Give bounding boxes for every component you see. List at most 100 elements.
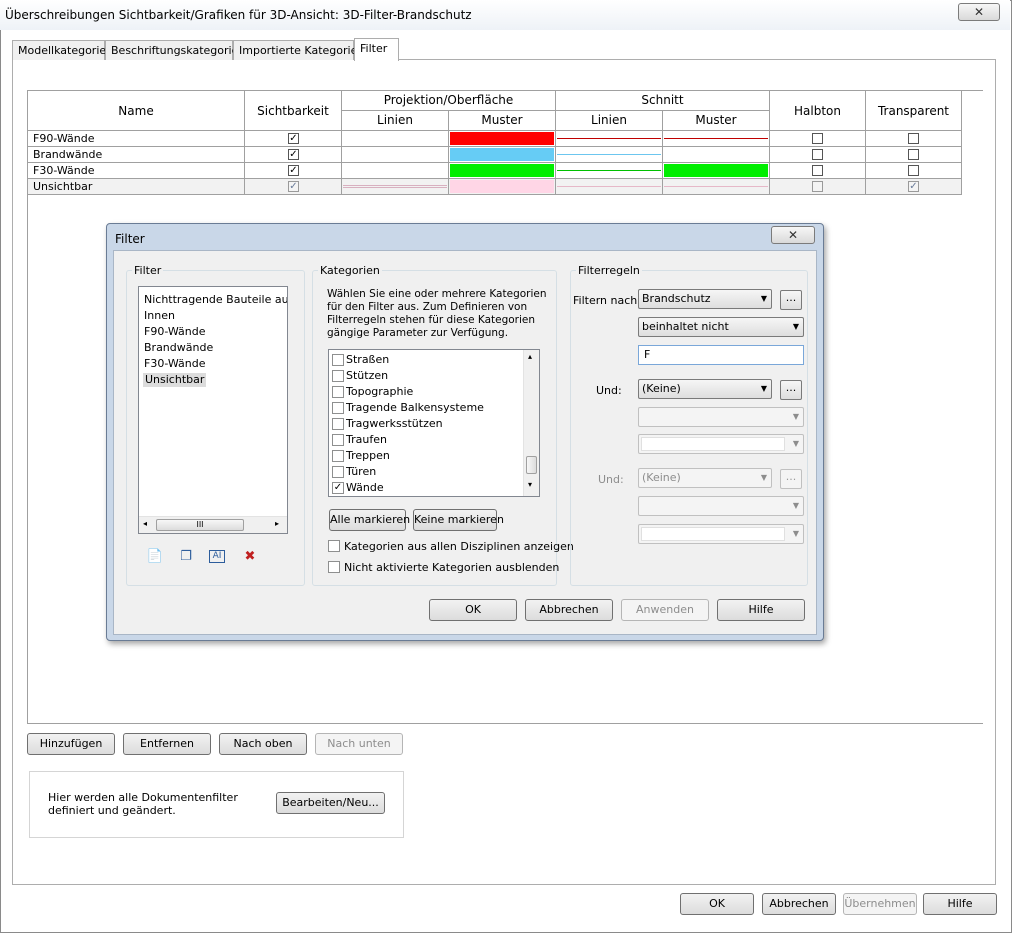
category-list-item[interactable]: Türen — [332, 464, 522, 480]
visibility-cell[interactable]: ✓ — [245, 131, 342, 147]
check-none-button[interactable]: Keine markieren — [413, 509, 504, 531]
transparent-checkbox[interactable] — [908, 133, 919, 144]
and-operator-select-1[interactable]: ▼ — [638, 407, 804, 427]
projection-pattern-cell[interactable] — [449, 147, 556, 163]
filter-name-cell[interactable]: Brandwände — [28, 147, 245, 163]
category-list-item[interactable]: Treppen — [332, 448, 522, 464]
move-up-button[interactable]: Nach oben — [219, 733, 307, 755]
filter-list-item[interactable]: F90-Wände — [144, 325, 205, 339]
column-header-name[interactable]: Name — [28, 91, 245, 131]
column-header-projection-lines[interactable]: Linien — [342, 111, 449, 131]
filter-list-item[interactable]: Innen — [144, 309, 175, 323]
hide-unchecked-option[interactable]: Nicht aktivierte Kategorien ausblenden — [328, 560, 559, 576]
transparent-checkbox[interactable] — [908, 165, 919, 176]
scroll-thumb[interactable]: III — [156, 519, 244, 531]
projection-pattern-cell[interactable] — [449, 131, 556, 147]
cut-pattern-cell[interactable] — [663, 131, 770, 147]
category-list-item[interactable]: Tragende Balkensysteme — [332, 400, 522, 416]
vertical-scrollbar[interactable]: ▴ ▾ — [523, 350, 539, 496]
visibility-checkbox[interactable]: ✓ — [288, 165, 299, 176]
edit-new-button[interactable]: Bearbeiten/Neu... — [276, 792, 385, 814]
tab-model-categories[interactable]: Modellkategorien — [12, 40, 113, 60]
filter-list-item[interactable]: Brandwände — [144, 341, 213, 355]
projection-pattern-cell[interactable] — [449, 179, 556, 195]
column-header-transparent[interactable]: Transparent — [866, 91, 962, 131]
category-checkbox[interactable] — [332, 370, 344, 382]
projection-pattern-cell[interactable] — [449, 163, 556, 179]
visibility-checkbox[interactable]: ✓ — [288, 133, 299, 144]
cut-lines-cell[interactable] — [556, 147, 663, 163]
scroll-down-icon[interactable]: ▾ — [528, 480, 532, 489]
table-row[interactable]: Brandwände ✓ — [28, 147, 962, 163]
remove-filter-button[interactable]: Entfernen — [123, 733, 211, 755]
column-header-halftone[interactable]: Halbton — [770, 91, 866, 131]
filter-apply-button[interactable]: Anwenden — [621, 599, 709, 621]
category-list-item[interactable]: Stützen — [332, 368, 522, 384]
category-checkbox[interactable] — [332, 402, 344, 414]
halftone-cell[interactable] — [770, 163, 866, 179]
horizontal-scrollbar[interactable]: ◂ III ▸ — [139, 516, 287, 533]
table-row[interactable]: Unsichtbar ✓ ✓ — [28, 179, 962, 195]
cut-pattern-cell[interactable] — [663, 163, 770, 179]
table-row[interactable]: F90-Wände ✓ — [28, 131, 962, 147]
category-list-item[interactable]: Traufen — [332, 432, 522, 448]
show-all-disciplines-option[interactable]: Kategorien aus allen Disziplinen anzeige… — [328, 539, 574, 555]
filter-cancel-button[interactable]: Abbrechen — [525, 599, 613, 621]
transparent-cell[interactable] — [866, 131, 962, 147]
category-checkbox[interactable] — [332, 386, 344, 398]
filter-list-item[interactable]: Unsichtbar — [143, 373, 207, 387]
scroll-right-icon[interactable]: ▸ — [275, 519, 279, 528]
category-checkbox[interactable] — [332, 354, 344, 366]
halftone-checkbox[interactable] — [812, 165, 823, 176]
category-checkbox[interactable] — [332, 434, 344, 446]
visibility-checkbox[interactable]: ✓ — [288, 149, 299, 160]
projection-lines-cell[interactable] — [342, 131, 449, 147]
category-checkbox[interactable] — [332, 466, 344, 478]
category-list-item[interactable]: Straßen — [332, 352, 522, 368]
cut-lines-cell[interactable] — [556, 179, 663, 195]
filter-list-item[interactable]: Nichttragende Bauteile ausblenden — [144, 293, 287, 307]
transparent-cell[interactable]: ✓ — [866, 179, 962, 195]
category-list-item[interactable]: ✓ Wände — [332, 480, 522, 496]
cut-pattern-cell[interactable] — [663, 147, 770, 163]
and-operator-select-2[interactable]: ▼ — [638, 496, 804, 516]
and-ellipsis-button-1[interactable]: ... — [780, 380, 802, 400]
filter-name-cell[interactable]: F30-Wände — [28, 163, 245, 179]
filter-by-ellipsis-button[interactable]: ... — [780, 290, 802, 310]
column-header-projection-pattern[interactable]: Muster — [449, 111, 556, 131]
transparent-cell[interactable] — [866, 147, 962, 163]
projection-lines-cell[interactable] — [342, 147, 449, 163]
column-header-cut-pattern[interactable]: Muster — [663, 111, 770, 131]
filter-help-button[interactable]: Hilfe — [717, 599, 805, 621]
category-list-item[interactable]: Topographie — [332, 384, 522, 400]
new-filter-icon[interactable]: 📄 — [146, 548, 164, 566]
scroll-up-icon[interactable]: ▴ — [528, 352, 532, 361]
category-checkbox[interactable] — [332, 450, 344, 462]
and-filter-select-1[interactable]: (Keine) ▼ — [638, 379, 772, 399]
filter-dialog-close-button[interactable]: ✕ — [771, 226, 815, 244]
rename-filter-icon[interactable]: AI — [209, 550, 225, 563]
rule-value-input[interactable]: F — [638, 345, 804, 365]
filter-ok-button[interactable]: OK — [429, 599, 517, 621]
cut-pattern-cell[interactable] — [663, 179, 770, 195]
category-checkbox[interactable]: ✓ — [332, 482, 344, 494]
filter-list-item[interactable]: F30-Wände — [144, 357, 205, 371]
add-filter-button[interactable]: Hinzufügen — [27, 733, 115, 755]
projection-lines-cell[interactable] — [342, 163, 449, 179]
and-value-combo-1[interactable]: ▼ — [638, 434, 804, 454]
cut-lines-cell[interactable] — [556, 163, 663, 179]
hide-unchecked-checkbox[interactable] — [328, 561, 340, 573]
halftone-cell[interactable] — [770, 131, 866, 147]
halftone-cell[interactable] — [770, 147, 866, 163]
projection-lines-cell[interactable] — [342, 179, 449, 195]
and-ellipsis-button-2[interactable]: ... — [780, 469, 802, 489]
visibility-cell[interactable]: ✓ — [245, 163, 342, 179]
transparent-cell[interactable] — [866, 163, 962, 179]
tab-filter[interactable]: Filter — [354, 38, 399, 61]
column-header-visibility[interactable]: Sichtbarkeit — [245, 91, 342, 131]
category-list-item[interactable]: Tragwerksstützen — [332, 416, 522, 432]
visibility-checkbox[interactable]: ✓ — [288, 181, 299, 192]
cut-lines-cell[interactable] — [556, 131, 663, 147]
transparent-checkbox[interactable]: ✓ — [908, 181, 919, 192]
close-button[interactable]: ✕ — [958, 3, 1000, 21]
